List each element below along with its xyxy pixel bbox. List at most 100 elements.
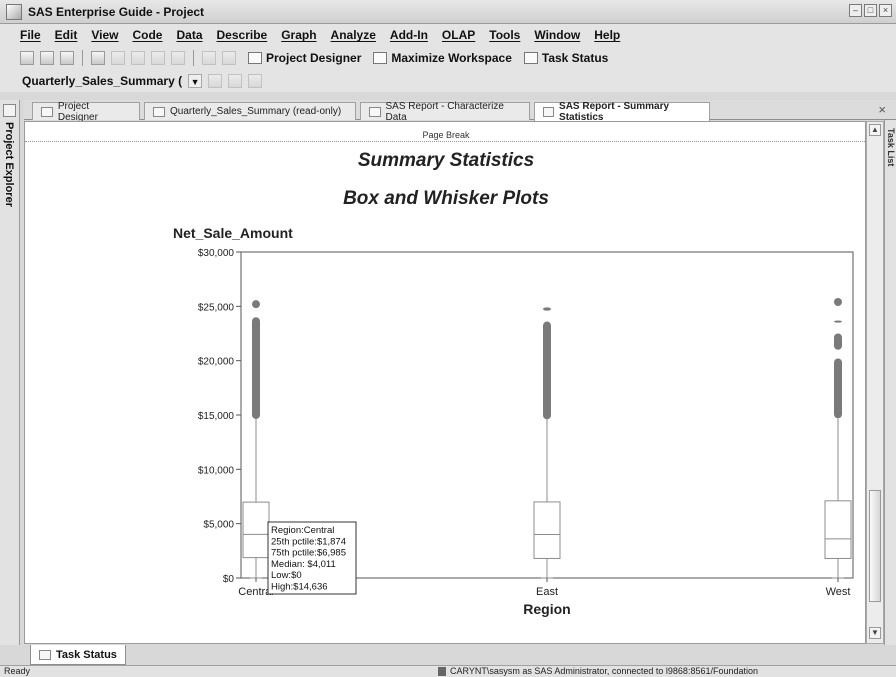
outlier-band [543,321,551,420]
scroll-up-icon[interactable]: ▲ [869,124,881,136]
tab-project-designer[interactable]: Project Designer [32,100,140,123]
project-explorer-panel[interactable]: Project Explorer [0,100,20,645]
cut-icon[interactable] [111,51,125,65]
menu-edit[interactable]: Edit [55,28,78,42]
outlier-point [834,297,842,306]
maximize-workspace-label: Maximize Workspace [391,51,512,65]
y-tick-label: $10,000 [198,465,235,476]
tab-label: SAS Report - Characterize Data [385,100,504,123]
menu-graph[interactable]: Graph [281,28,316,42]
box-west [824,500,852,559]
toolbar-divider [193,50,194,66]
project-designer-button[interactable]: Project Designer [248,51,361,65]
connection-text: CARYNT\sasysm as SAS Administrator, conn… [450,666,758,676]
y-tick-label: $5,000 [203,520,234,531]
y-tick-label: $0 [223,574,235,585]
menu-data[interactable]: Data [176,28,202,42]
task-list-label: Task List [886,128,896,167]
copy-icon[interactable] [131,51,145,65]
redo-icon[interactable] [222,51,236,65]
tooltip-line: Low:$0 [271,570,302,581]
outlier-band [252,317,260,419]
menu-window[interactable]: Window [534,28,580,42]
properties-icon[interactable] [248,74,263,88]
tab-label: Quarterly_Sales_Summary (read-only) [170,106,342,117]
report-icon [369,106,381,117]
open-icon[interactable] [40,51,54,65]
print-icon[interactable] [91,51,105,65]
undo-icon[interactable] [202,51,216,65]
delete-icon[interactable] [171,51,185,65]
status-bar: Ready CARYNT\sasysm as SAS Administrator… [0,665,896,677]
box-east [533,501,561,559]
status-text: Ready [4,666,31,676]
box-central [242,501,270,559]
y-tick-label: $15,000 [198,411,235,422]
tab-characterize-data[interactable]: SAS Report - Characterize Data [360,100,530,123]
y-tick-label: $20,000 [198,357,235,368]
task-status-tab[interactable]: Task Status [30,645,126,665]
menu-tools[interactable]: Tools [489,28,520,42]
minimize-button[interactable]: – [849,4,862,17]
project-designer-label: Project Designer [266,51,362,65]
task-status-tab-label: Task Status [56,648,117,661]
menu-view[interactable]: View [91,28,118,42]
tab-summary-statistics[interactable]: SAS Report - Summary Statistics [534,101,710,123]
report-scrollbar[interactable]: ▲ ▼ [866,121,884,644]
report-viewer: Page Break Summary Statistics Box and Wh… [24,121,866,644]
scroll-thumb[interactable] [869,490,881,602]
tooltip-line: Region:Central [271,525,334,536]
maximize-button[interactable]: □ [864,4,877,17]
connection-status: CARYNT\sasysm as SAS Administrator, conn… [438,666,758,677]
tab-label: Project Designer [57,100,98,123]
close-tab-icon[interactable]: × [878,102,886,117]
run-icon[interactable] [208,74,223,88]
menu-add-in[interactable]: Add-In [390,28,428,42]
project-explorer-label: Project Explorer [3,122,15,207]
server-icon [438,667,446,676]
y-axis-label: Net_Sale_Amount [173,225,293,241]
task-status-label: Task Status [541,51,609,65]
menu-code[interactable]: Code [132,28,162,42]
tooltip-line: 75th pctile:$6,985 [271,548,346,559]
menu-help[interactable]: Help [594,28,620,42]
task-status-button[interactable]: Task Status [523,51,609,65]
chevron-down-icon[interactable]: ▼ [188,74,203,88]
tooltip-line: Median: $4,011 [271,559,336,570]
y-tick-label: $30,000 [198,248,235,259]
stop-icon[interactable] [228,74,243,88]
paste-icon[interactable] [151,51,165,65]
menu-analyze[interactable]: Analyze [331,28,376,42]
maximize-workspace-icon [373,52,388,64]
secondary-toolbar: Quarterly_Sales_Summary ( ▼ [0,70,896,92]
menu-file[interactable]: File [20,28,41,42]
task-status-icon [39,649,51,660]
menu-olap[interactable]: OLAP [442,28,475,42]
sas-app-icon [6,3,22,20]
task-list-panel[interactable]: Task List [884,120,896,645]
window-controls: – □ × [849,4,892,17]
toolbar-divider [82,50,83,66]
maximize-workspace-button[interactable]: Maximize Workspace [373,51,512,65]
project-item-combo[interactable]: Quarterly_Sales_Summary ( [22,74,182,88]
box-plot-chart: Net_Sale_Amount $0 $5,000 $10,000 $15,000 $20… [173,225,854,617]
pin-icon[interactable] [3,104,16,117]
x-tick-label: West [826,586,851,598]
menu-describe[interactable]: Describe [217,28,268,42]
project-designer-icon [41,106,53,117]
y-tick-label: $25,000 [198,302,235,313]
document-tabs: Project Designer Quarterly_Sales_Summary… [24,100,896,123]
outlier-band [543,307,551,311]
outlier-band [834,320,842,323]
menu-bar: File Edit View Code Data Describe Graph … [0,24,896,46]
tooltip-line: 25th pctile:$1,874 [271,536,346,547]
scroll-down-icon[interactable]: ▼ [869,627,881,639]
save-icon[interactable] [60,51,74,65]
dataset-icon [153,106,165,117]
x-tick-label: East [536,586,558,598]
tooltip-line: High:$14,636 [271,582,328,593]
tab-quarterly-sales-summary[interactable]: Quarterly_Sales_Summary (read-only) [144,102,356,120]
new-icon[interactable] [20,51,34,65]
report-icon [543,107,555,117]
close-button[interactable]: × [879,4,892,17]
